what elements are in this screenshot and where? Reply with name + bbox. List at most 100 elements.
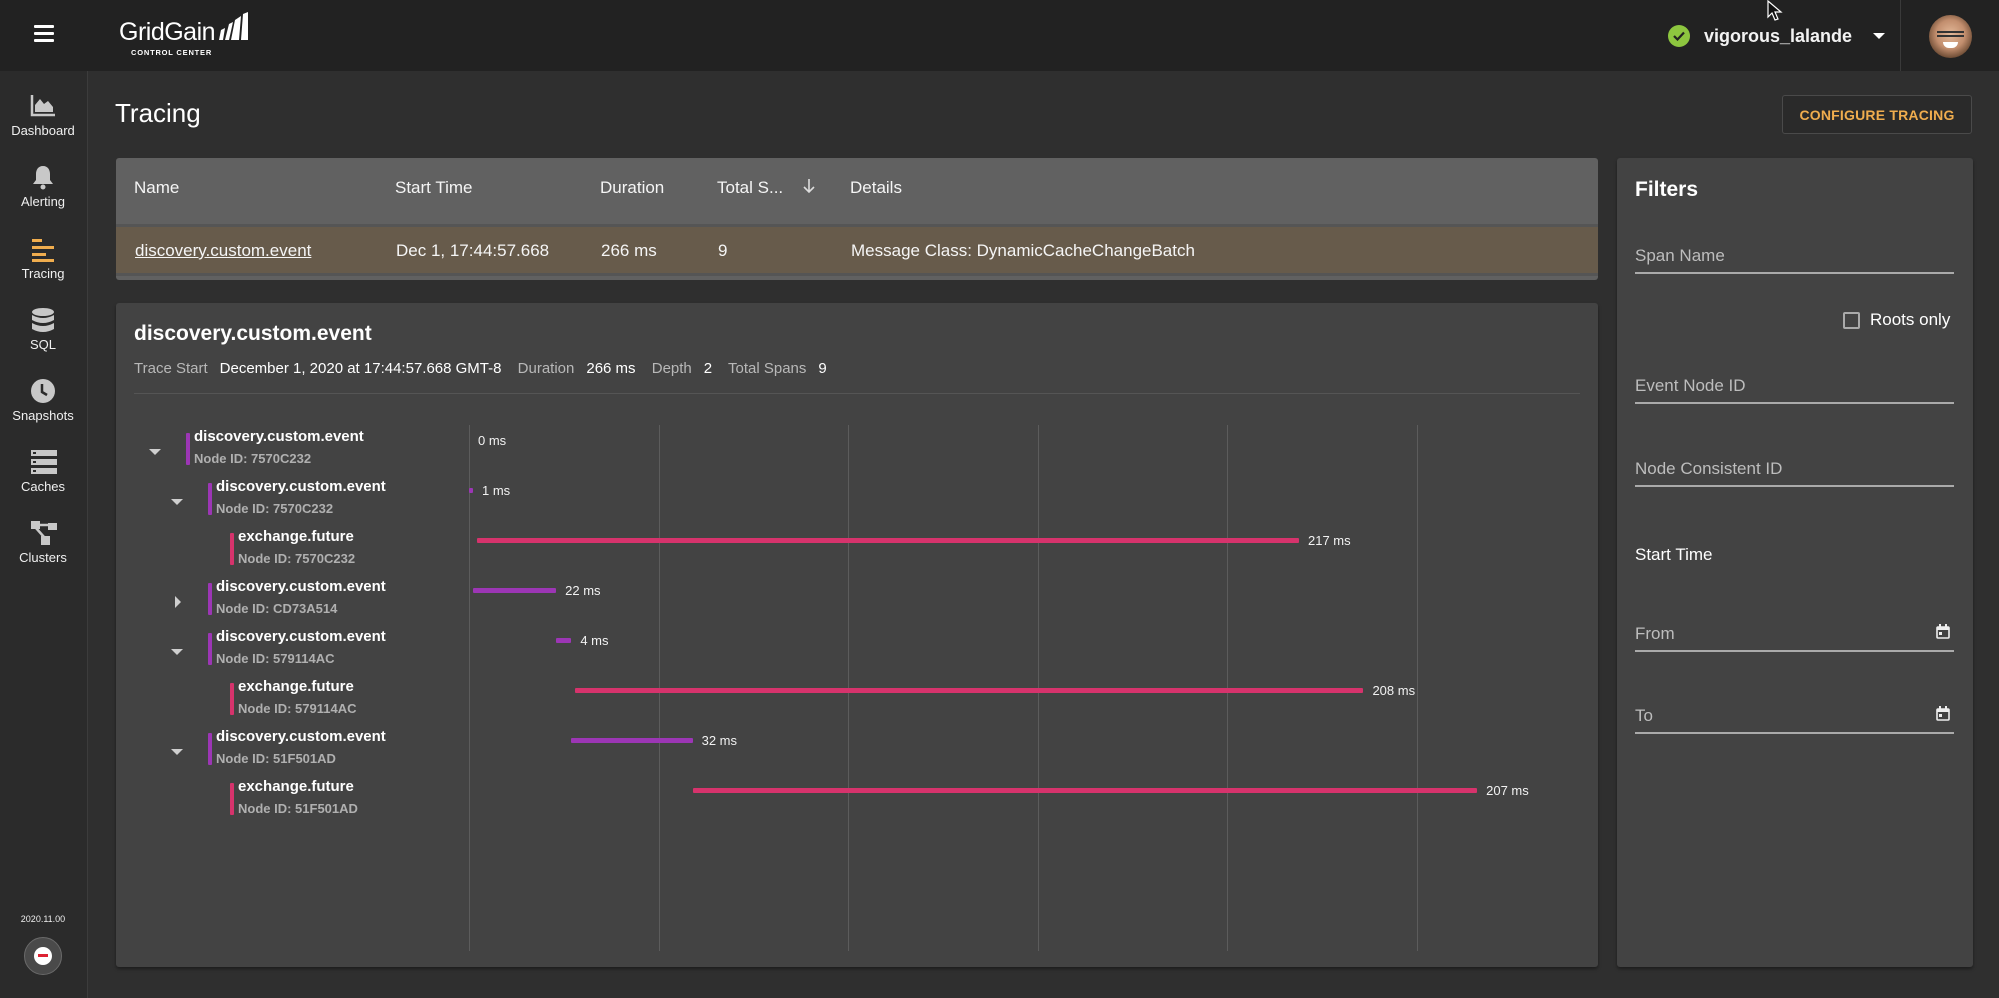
node-consistent-id-input[interactable]: Node Consistent ID — [1635, 451, 1954, 487]
timeline-span-bar[interactable] — [556, 638, 572, 643]
span-node-id: Node ID: 579114AC — [216, 651, 335, 666]
timeline-duration-label: 4 ms — [580, 633, 609, 648]
calendar-icon[interactable] — [1936, 706, 1950, 721]
span-name[interactable]: discovery.custom.event — [216, 478, 386, 495]
timeline-grid-line — [469, 425, 470, 951]
user-avatar[interactable] — [1929, 15, 1972, 58]
span-color-indicator — [208, 633, 212, 665]
span-color-indicator — [230, 683, 234, 715]
span-name[interactable]: discovery.custom.event — [216, 578, 386, 595]
timeline-span-bar[interactable] — [575, 688, 1364, 693]
gridgain-logo[interactable]: GridGain CONTROL CENTER — [119, 12, 259, 57]
span-name[interactable]: exchange.future — [238, 678, 354, 695]
server-stack-icon — [31, 450, 57, 474]
timeline-grid-line — [1417, 425, 1418, 951]
collapse-toggle-icon[interactable] — [171, 499, 183, 505]
bell-icon — [33, 166, 53, 190]
checkbox-icon[interactable] — [1843, 311, 1860, 329]
timeline-span-bar[interactable] — [476, 538, 1299, 543]
configure-tracing-button[interactable]: CONFIGURE TRACING — [1782, 95, 1972, 134]
menu-icon[interactable] — [34, 25, 54, 43]
timeline-duration-label: 217 ms — [1308, 533, 1351, 548]
span-name[interactable]: discovery.custom.event — [194, 428, 364, 445]
timeline-duration-label: 0 ms — [478, 433, 507, 448]
span-name[interactable]: discovery.custom.event — [216, 628, 386, 645]
span-name[interactable]: exchange.future — [238, 528, 354, 545]
sidebar-item-label: Alerting — [20, 194, 66, 209]
column-header-start-time[interactable]: Start Time — [395, 178, 472, 198]
sidebar-item-tracing[interactable]: Tracing — [0, 232, 86, 290]
timeline-span-bar[interactable] — [571, 738, 693, 743]
sort-descending-icon[interactable] — [802, 178, 816, 194]
trace-duration: 266 ms — [601, 241, 657, 260]
span-name[interactable]: discovery.custom.event — [216, 728, 386, 745]
table-row[interactable]: discovery.custom.event Dec 1, 17:44:57.6… — [116, 224, 1598, 276]
collapse-toggle-icon[interactable] — [171, 749, 183, 755]
trace-start-value: December 1, 2020 at 17:44:57.668 GMT-8 — [219, 360, 502, 377]
timeline-duration-label: 22 ms — [565, 583, 601, 598]
filters-panel: Filters Span Name Roots only Event Node … — [1617, 158, 1973, 967]
divider — [134, 393, 1580, 394]
span-node-id: Node ID: 51F501AD — [216, 751, 336, 766]
span-node-id: Node ID: 7570C232 — [238, 551, 356, 566]
expand-toggle-icon[interactable] — [175, 596, 181, 608]
timeline-span-bar[interactable] — [692, 788, 1478, 793]
collapse-toggle-icon[interactable] — [149, 449, 161, 455]
span-color-indicator — [230, 783, 234, 815]
span-node-id: Node ID: 579114AC — [238, 701, 357, 716]
calendar-icon[interactable] — [1936, 624, 1950, 639]
sidebar-item-snapshots[interactable]: Snapshots — [0, 374, 86, 432]
database-icon — [32, 308, 54, 332]
collapse-toggle-icon[interactable] — [171, 649, 183, 655]
start-time-label: Start Time — [1635, 545, 1713, 564]
trace-meta: Trace Start December 1, 2020 at 17:44:57.… — [134, 360, 839, 377]
span-color-indicator — [208, 483, 212, 515]
timeline-span-bar[interactable] — [472, 588, 557, 593]
powered-by-ignite-logo — [24, 937, 62, 975]
divider — [1900, 0, 1901, 71]
timeline-duration-label: 32 ms — [701, 733, 738, 748]
timeline-span-bar[interactable] — [469, 488, 473, 493]
to-placeholder: To — [1635, 706, 1653, 725]
roots-only-checkbox[interactable]: Roots only — [1843, 310, 1950, 330]
sidebar-item-caches[interactable]: Caches — [0, 445, 86, 503]
from-date-input[interactable]: From — [1635, 616, 1954, 652]
chevron-down-icon — [1873, 33, 1886, 39]
sidebar-item-label: Caches — [20, 479, 66, 494]
cluster-tree-icon — [31, 521, 57, 545]
from-placeholder: From — [1635, 624, 1675, 643]
span-color-indicator — [230, 533, 234, 565]
column-header-duration[interactable]: Duration — [600, 178, 664, 198]
sidebar-item-alerting[interactable]: Alerting — [0, 160, 86, 218]
total-spans-value: 9 — [818, 360, 827, 377]
trace-details: Message Class: DynamicCacheChangeBatch — [851, 241, 1195, 260]
span-node-id: Node ID: 7570C232 — [194, 451, 312, 466]
event-node-id-input[interactable]: Event Node ID — [1635, 368, 1954, 404]
top-bar: GridGain CONTROL CENTER vigorous_lalande — [0, 0, 1999, 71]
sidebar-item-clusters[interactable]: Clusters — [0, 516, 86, 574]
trace-name-link[interactable]: discovery.custom.event — [135, 241, 311, 261]
version-label: 2020.11.00 — [20, 914, 66, 924]
span-name-input[interactable]: Span Name — [1635, 238, 1954, 274]
cluster-selector[interactable]: vigorous_lalande — [1668, 24, 1886, 48]
column-header-name[interactable]: Name — [134, 178, 179, 198]
span-name[interactable]: exchange.future — [238, 778, 354, 795]
column-header-total-spans[interactable]: Total S... — [717, 178, 783, 198]
tracing-bars-icon — [32, 239, 54, 262]
roots-only-label: Roots only — [1870, 310, 1951, 329]
sidebar-item-dashboard[interactable]: Dashboard — [0, 89, 86, 147]
sidebar-item-label: Snapshots — [12, 408, 74, 423]
span-node-id: Node ID: CD73A514 — [216, 601, 338, 616]
span-node-id: Node ID: 51F501AD — [238, 801, 358, 816]
node-consistent-id-placeholder: Node Consistent ID — [1635, 459, 1783, 478]
depth-value: 2 — [703, 360, 713, 377]
clock-icon — [31, 379, 55, 403]
event-node-id-placeholder: Event Node ID — [1635, 376, 1746, 395]
timeline-duration-label: 1 ms — [482, 483, 511, 498]
cluster-name: vigorous_lalande — [1704, 25, 1853, 46]
to-date-input[interactable]: To — [1635, 698, 1954, 734]
total-spans-label: Total Spans — [728, 360, 807, 377]
column-header-details[interactable]: Details — [850, 178, 902, 198]
sidebar-item-sql[interactable]: SQL — [0, 303, 86, 361]
duration-value: 266 ms — [586, 360, 636, 377]
